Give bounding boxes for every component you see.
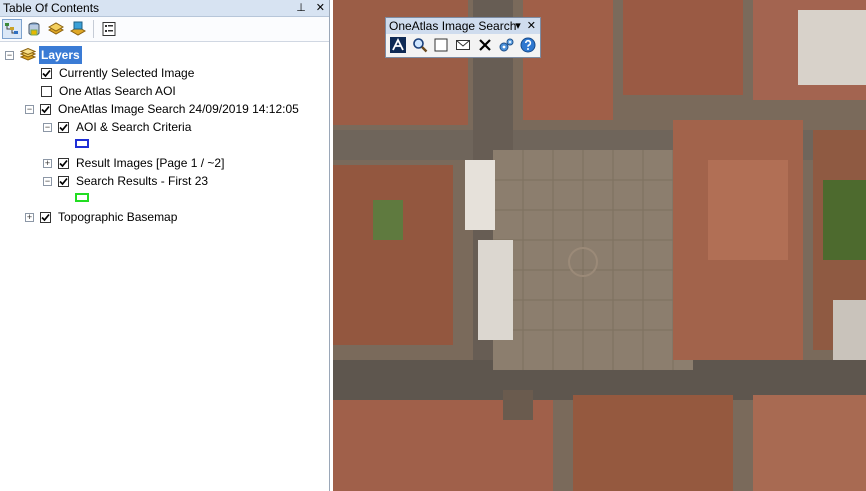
checkmark-icon bbox=[59, 123, 68, 131]
help-button[interactable] bbox=[519, 36, 537, 54]
checkmark-icon bbox=[59, 159, 68, 167]
aoi-symbol-swatch bbox=[75, 139, 89, 148]
results-symbol-swatch bbox=[75, 193, 89, 202]
layer-one-atlas-search-aoi[interactable]: One Atlas Search AOI bbox=[41, 82, 176, 100]
oneatlas-toolbar-title: OneAtlas Image Search bbox=[389, 19, 517, 33]
layer-checkbox[interactable] bbox=[41, 85, 52, 97]
layer-topographic-basemap[interactable]: + Topographic Basemap bbox=[25, 208, 177, 226]
layer-label: AOI & Search Criteria bbox=[76, 120, 192, 134]
zoom-search-icon bbox=[412, 38, 427, 53]
oneatlas-logo-button[interactable] bbox=[389, 36, 407, 54]
list-by-selection-icon bbox=[70, 21, 86, 36]
layer-result-images[interactable]: + Result Images [Page 1 / ~2] bbox=[43, 154, 224, 172]
collapse-icon[interactable]: − bbox=[43, 176, 52, 186]
map-view[interactable] bbox=[333, 0, 866, 491]
clear-icon bbox=[478, 39, 491, 51]
settings-button[interactable] bbox=[498, 36, 516, 54]
pin-icon[interactable]: ⊥ bbox=[296, 0, 306, 16]
layer-checkbox[interactable] bbox=[40, 103, 51, 115]
zoom-search-button[interactable] bbox=[411, 36, 429, 54]
collapse-icon[interactable]: − bbox=[43, 122, 52, 132]
layer-label: Topographic Basemap bbox=[58, 210, 178, 224]
layer-label: Result Images [Page 1 / ~2] bbox=[76, 156, 225, 170]
layer-label: One Atlas Search AOI bbox=[59, 84, 176, 98]
layer-search-results[interactable]: − Search Results - First 23 bbox=[43, 172, 208, 190]
checkmark-icon bbox=[41, 105, 50, 113]
layer-aoi-search-criteria[interactable]: − AOI & Search Criteria bbox=[43, 118, 191, 136]
layer-label: Search Results - First 23 bbox=[76, 174, 209, 188]
envelope-icon bbox=[456, 40, 471, 50]
dropdown-icon[interactable]: ▾ bbox=[515, 18, 521, 34]
help-icon bbox=[520, 37, 536, 53]
options-icon bbox=[102, 22, 116, 36]
list-by-drawing-order-icon bbox=[5, 23, 18, 34]
layer-label: Currently Selected Image bbox=[59, 66, 195, 80]
table-of-contents-panel: Table Of Contents ⊥ ✕ − Layers Currently… bbox=[0, 0, 330, 491]
group-oneatlas-image-search[interactable]: − OneAtlas Image Search 24/09/2019 14:12… bbox=[25, 100, 299, 118]
layers-label: Layers bbox=[39, 46, 82, 64]
expand-icon[interactable]: + bbox=[43, 158, 52, 168]
layer-checkbox[interactable] bbox=[41, 67, 52, 79]
layer-checkbox[interactable] bbox=[58, 175, 69, 187]
oneatlas-toolbar-title-bar[interactable]: OneAtlas Image Search ▾ ✕ bbox=[386, 18, 540, 34]
layer-label: OneAtlas Image Search 24/09/2019 14:12:0… bbox=[58, 102, 299, 116]
layer-checkbox[interactable] bbox=[58, 121, 69, 133]
list-by-visibility-button[interactable] bbox=[46, 19, 66, 39]
layers-icon bbox=[20, 48, 36, 61]
satellite-imagery bbox=[333, 0, 866, 491]
close-icon[interactable]: ✕ bbox=[316, 0, 325, 16]
layer-currently-selected-image[interactable]: Currently Selected Image bbox=[41, 64, 194, 82]
toc-title: Table Of Contents bbox=[3, 1, 100, 15]
toolbar-separator bbox=[93, 20, 94, 38]
rectangle-select-button[interactable] bbox=[432, 36, 450, 54]
toc-toolbar bbox=[0, 17, 329, 42]
tree-root-layers[interactable]: − Layers bbox=[5, 46, 82, 64]
envelope-button[interactable] bbox=[454, 36, 472, 54]
expand-icon[interactable]: + bbox=[25, 212, 34, 222]
collapse-icon[interactable]: − bbox=[5, 50, 14, 60]
list-by-source-icon bbox=[28, 22, 40, 36]
oneatlas-logo-icon bbox=[389, 37, 406, 53]
oneatlas-floating-toolbar[interactable]: OneAtlas Image Search ▾ ✕ bbox=[385, 17, 541, 58]
checkmark-icon bbox=[41, 213, 50, 221]
layer-checkbox[interactable] bbox=[40, 211, 51, 223]
list-by-visibility-icon bbox=[48, 22, 64, 35]
rectangle-select-icon bbox=[434, 38, 448, 52]
close-icon[interactable]: ✕ bbox=[527, 18, 536, 34]
options-button[interactable] bbox=[99, 19, 119, 39]
settings-icon bbox=[499, 38, 514, 52]
list-by-source-button[interactable] bbox=[24, 19, 44, 39]
list-by-selection-button[interactable] bbox=[68, 19, 88, 39]
clear-button[interactable] bbox=[476, 36, 494, 54]
collapse-icon[interactable]: − bbox=[25, 104, 34, 114]
checkmark-icon bbox=[59, 177, 68, 185]
layer-checkbox[interactable] bbox=[58, 157, 69, 169]
list-by-drawing-order-button[interactable] bbox=[2, 19, 22, 39]
toc-title-bar: Table Of Contents ⊥ ✕ bbox=[0, 0, 329, 17]
checkmark-icon bbox=[42, 69, 51, 77]
